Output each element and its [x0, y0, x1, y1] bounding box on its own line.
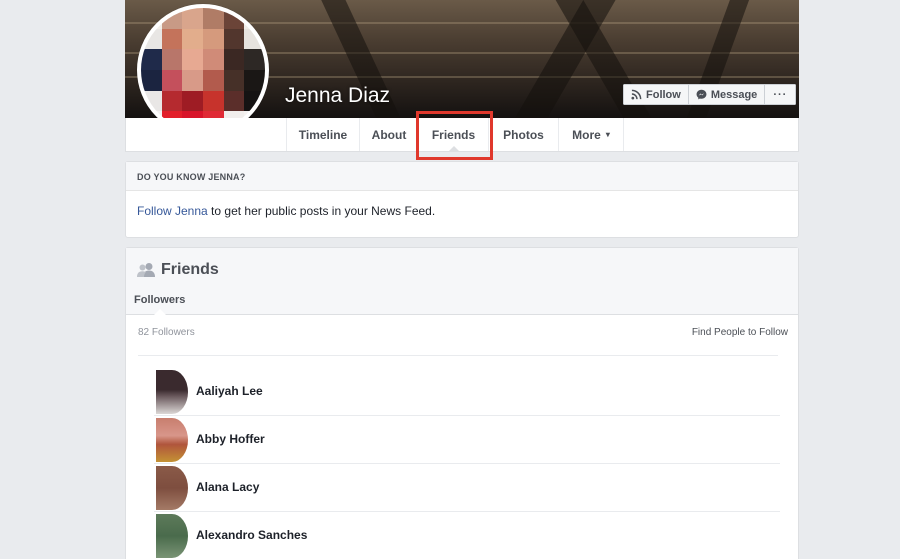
- follow-button-label: Follow: [646, 88, 681, 101]
- caret-down-icon: ▾: [605, 130, 610, 139]
- follow-button[interactable]: Follow: [623, 84, 689, 105]
- follow-jenna-link[interactable]: Follow Jenna: [137, 204, 208, 218]
- divider: [138, 355, 778, 356]
- follower-list-item[interactable]: Abby Hoffer: [154, 416, 780, 464]
- more-options-button[interactable]: ···: [765, 84, 797, 105]
- follower-name[interactable]: Aaliyah Lee: [196, 384, 263, 398]
- cover-actions: Follow Message ···: [623, 84, 797, 105]
- followers-count: 82 Followers: [138, 327, 195, 338]
- do-you-know-text: Follow Jenna to get her public posts in …: [126, 191, 798, 231]
- messenger-icon: [696, 89, 707, 100]
- friends-icon: [137, 263, 155, 277]
- follower-name[interactable]: Alana Lacy: [196, 480, 259, 494]
- tab-about[interactable]: About: [359, 118, 418, 151]
- tab-timeline[interactable]: Timeline: [286, 118, 359, 151]
- tab-photos-label: Photos: [503, 127, 544, 142]
- follower-avatar[interactable]: [156, 514, 188, 558]
- follower-list-item[interactable]: Alexandro Sanches: [154, 512, 780, 559]
- follower-avatar[interactable]: [156, 418, 188, 462]
- follower-list-item[interactable]: Alana Lacy: [154, 464, 780, 512]
- rss-icon: [631, 89, 642, 100]
- do-you-know-heading: DO YOU KNOW JENNA?: [126, 162, 798, 191]
- tab-photos[interactable]: Photos: [488, 118, 558, 151]
- friends-tab-highlight: [416, 111, 493, 160]
- follower-avatar[interactable]: [156, 370, 188, 414]
- follower-name[interactable]: Abby Hoffer: [196, 432, 265, 446]
- follower-name[interactable]: Alexandro Sanches: [196, 528, 307, 542]
- follower-list-item[interactable]: Aaliyah Lee: [154, 368, 780, 416]
- tab-followers[interactable]: Followers: [134, 294, 185, 306]
- ellipsis-icon: ···: [773, 88, 788, 101]
- followers-tab-indicator: [154, 309, 166, 315]
- profile-avatar[interactable]: [137, 4, 269, 136]
- tab-more-label: More: [572, 127, 601, 142]
- tab-timeline-label: Timeline: [298, 127, 348, 142]
- tab-more[interactable]: More ▾: [558, 118, 624, 151]
- followers-count-row: 82 Followers Find People to Follow: [138, 327, 788, 339]
- do-you-know-rest: to get her public posts in your News Fee…: [207, 204, 436, 218]
- message-button-label: Message: [710, 88, 758, 101]
- friends-card: Friends Followers 82 Followers Find Peop…: [125, 247, 799, 559]
- friends-card-header: Friends Followers: [126, 248, 798, 315]
- find-people-link[interactable]: Find People to Follow: [692, 327, 788, 338]
- follower-avatar[interactable]: [156, 466, 188, 510]
- message-button[interactable]: Message: [688, 84, 766, 105]
- profile-name[interactable]: Jenna Diaz: [285, 84, 390, 108]
- friends-card-title: Friends: [161, 261, 219, 278]
- tab-about-label: About: [371, 127, 407, 142]
- do-you-know-card: DO YOU KNOW JENNA? Follow Jenna to get h…: [125, 161, 799, 238]
